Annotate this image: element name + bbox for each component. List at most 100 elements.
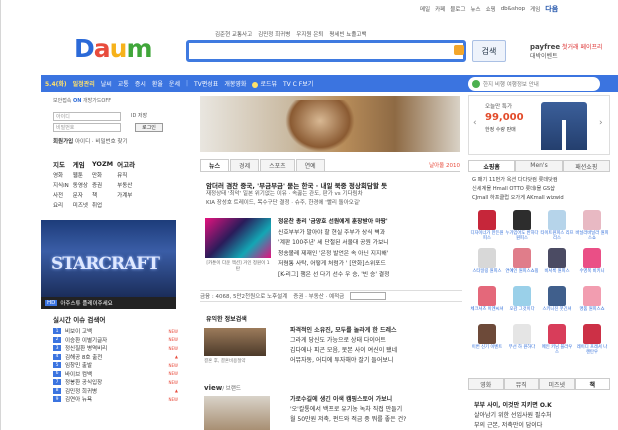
util-mail[interactable]: 메일 [420, 5, 430, 13]
main-banner-image[interactable] [200, 96, 460, 152]
save-id-checkbox[interactable]: ID 저장 [131, 112, 147, 119]
info-link[interactable]: 어뮤자동, 어디에 투자해야 잘기 들어보니 [290, 355, 462, 365]
shop-link-row[interactable]: CJmall 하프클럽 오가게 AKmall wizwid [472, 194, 612, 203]
tab-news[interactable]: 뉴스 [200, 159, 230, 171]
starcraft-banner[interactable]: STARCRAFT [41, 220, 176, 298]
headline-link[interactable]: 재정상태 '최악' 일본 위기없는 이유 · 속끓는 관도, 판가 vs 기다림… [206, 189, 461, 198]
dir-link[interactable]: 지식iN [53, 180, 73, 190]
goods-item[interactable]: 스타일링 원피스 [470, 248, 504, 284]
dir-link[interactable]: 책 [92, 190, 117, 200]
shop-link-row[interactable]: G 패기 11번가 옥션 다다닷컴 롯데닷컴 [472, 176, 612, 185]
jeans-ad[interactable]: ‹ 오늘만 특가 99,000 한정 수량 판매 › [468, 95, 610, 155]
util-news[interactable]: 뉴스 [470, 5, 480, 13]
util-dbshop[interactable]: db&shop [501, 6, 525, 12]
login-button[interactable]: 로그인 [135, 123, 163, 132]
dir-link[interactable]: 부동산 [117, 180, 139, 190]
goods-item[interactable]: 수영복 비키니 [575, 248, 609, 284]
nav-tv[interactable]: TV편성표 [194, 79, 218, 88]
join-link[interactable]: 회원가입 [53, 139, 73, 145]
login-hint-off[interactable]: 개방가드OFF [83, 98, 111, 104]
finance-text[interactable]: 금융 : 4068, 5만2천원으로 노후설계 [200, 292, 287, 300]
next-arrow-icon[interactable]: › [599, 118, 603, 128]
keyword[interactable]: 김준현 교통사고 [215, 30, 252, 38]
payfree-ad[interactable]: payfree 첫거래 페이프리 대박이벤트 [530, 42, 610, 60]
goods-item[interactable]: 디자이너가 만든원피스 [470, 210, 504, 246]
dir-link[interactable]: 취업 [92, 200, 117, 210]
nav-roadview[interactable]: 로드뷰 [260, 81, 277, 88]
dir-game[interactable]: 게임 [73, 158, 92, 170]
dir-link[interactable]: 가계부 [117, 190, 139, 200]
dir-link[interactable]: 영화 [53, 170, 73, 180]
keyword[interactable]: 우지원 은퇴 [296, 30, 323, 38]
goods-item[interactable]: 메인 키님 블라우스 [540, 324, 574, 360]
search-input[interactable] [186, 40, 466, 62]
finance-text2[interactable]: 증권 · 부동산 · 예적금 [293, 292, 344, 300]
nav-item[interactable]: 교통 [118, 79, 129, 88]
goods-item[interactable]: 타이트원피스 리프리스 [540, 210, 574, 246]
finance-search-input[interactable] [350, 292, 387, 300]
info-thumbnail[interactable] [204, 328, 266, 356]
nav-item[interactable]: 날씨 [101, 79, 112, 88]
util-game[interactable]: 게임 [530, 5, 540, 13]
tab-sports[interactable]: 스포츠 [260, 159, 295, 171]
nav-schedule[interactable]: 일정관리 [73, 79, 95, 88]
goods-item[interactable]: 스키니진 웃긴셔 [540, 286, 574, 322]
util-cafe[interactable]: 카페 [435, 5, 445, 13]
daum-logo[interactable]: Daum [74, 34, 153, 63]
util-brand[interactable]: 다음 [545, 4, 558, 14]
goods-item[interactable]: 바닐라바닐라 원피스쇼 [575, 210, 609, 246]
list-item[interactable]: 1 비보이 고백 NEW [53, 327, 178, 336]
news-link[interactable]: 청송볼레 제재인 '은정 발언은 속 아닌 지지해' [278, 248, 460, 259]
news-link[interactable]: 신호부부가 말아야 할 현실 주부가 상식 벽과 [278, 227, 460, 238]
nav-item[interactable]: 증시 [135, 79, 146, 88]
goods-item[interactable]: 체크셔츠 이엔씨셔 [470, 286, 504, 322]
list-item[interactable]: 2 이승환 이별기글자 NEW [53, 336, 178, 345]
dir-yozm[interactable]: YOZM [92, 158, 117, 170]
info-caption[interactable]: 결혼 후, 결혼비용절약 [204, 358, 246, 364]
view-link[interactable]: 월 50만원 저축, 펀드와 적금 중 뭐를 좋은 건? [290, 414, 462, 424]
goods-item[interactable]: 무선 하 원하다 [505, 324, 539, 360]
list-item[interactable]: 9 김연아 뉴욕 NEW [53, 395, 178, 404]
tab-missnet[interactable]: 미즈넷 [539, 378, 575, 390]
tab-economy[interactable]: 경제 [230, 159, 260, 171]
dir-link[interactable]: 뮤직 [117, 170, 139, 180]
util-shopping[interactable]: 쇼핑 [486, 5, 496, 13]
password-input[interactable]: 비밀번호 [53, 123, 121, 132]
dir-map[interactable]: 지도 [53, 158, 73, 170]
goods-item[interactable]: 비서룩 원피스 [540, 248, 574, 284]
info-link[interactable]: 그라게 당신도 가능으로 상태 다이어트 [290, 335, 462, 345]
cartoon-caption[interactable]: [카툰이 다운 맥션] 거인 정원이 1탄 [205, 260, 271, 272]
view-link[interactable]: '오'칼통에서 백프로 유기농 녹차 직접 만들기 [290, 404, 462, 414]
goods-item[interactable]: 레이디 프레셔 나렌탄우 [575, 324, 609, 360]
list-item[interactable]: 6 바이브 컴백 NEW [53, 370, 178, 379]
news-special[interactable]: 날아올 2010 [429, 161, 460, 169]
dir-link[interactable]: 문자 [73, 190, 92, 200]
list-item[interactable]: 5 임창민 출발 NEW [53, 361, 178, 370]
keyword[interactable]: 평세빈 뇨졸고백 [329, 30, 366, 38]
dir-agora[interactable]: 어고라 [117, 158, 139, 170]
nav-tvpot[interactable]: TV C F보기 [283, 79, 313, 88]
nav-item[interactable]: 운세 [169, 79, 180, 88]
headline-link[interactable]: KIA 장성호 트레이드, 목수구단 결정 · 슈주, 한경에 '빨리 돌아오길… [206, 198, 461, 207]
list-item[interactable]: 8 김민정 희귀병 ▲ [53, 387, 178, 396]
dir-link[interactable]: 미즈넷 [73, 200, 92, 210]
list-item[interactable]: 7 정봉환 공식입장 NEW [53, 378, 178, 387]
info-link[interactable]: 김다에나 피곤 모음, 못본 사이 여신이 됐네 [290, 345, 462, 355]
cartoon-thumbnail[interactable] [205, 218, 271, 258]
news-link[interactable]: 정운찬 총리 '금양호 선원에게 훈장받아 마땅' [278, 216, 460, 227]
dir-link[interactable] [117, 200, 139, 210]
tab-shop-home[interactable]: 쇼핑홈 [468, 160, 516, 171]
find-account-link[interactable]: 아이디 · 비밀번호 찾기 [75, 139, 128, 145]
tab-entertainment[interactable]: 연예 [295, 159, 325, 171]
dir-link[interactable]: 웹툰 [73, 170, 92, 180]
id-input[interactable]: 아이디 [53, 112, 121, 121]
headline-link[interactable]: 암더러 겸찬 중국, '부금부금' 묻는 한국 · 내일 북중 정상회담할 듯 [206, 180, 461, 190]
starcraft-caption[interactable]: HD 아주스튜 플레이주세요 [41, 297, 176, 309]
keyword[interactable]: 김민정 희귀병 [258, 30, 290, 38]
book-link[interactable]: 부부 사이, 이것만 지키면 O.K [474, 400, 612, 410]
nav-item[interactable]: 환율 [152, 79, 163, 88]
list-item[interactable]: 4 김해공 8호 출전 ▲ [53, 353, 178, 362]
view-link[interactable]: 가로수길에 생긴 이색 캠핑스토어 가보니 [290, 394, 462, 404]
book-link[interactable]: 살아남기 위한 선입사원 필수처 [474, 410, 612, 420]
dir-link[interactable]: 사전 [53, 190, 73, 200]
